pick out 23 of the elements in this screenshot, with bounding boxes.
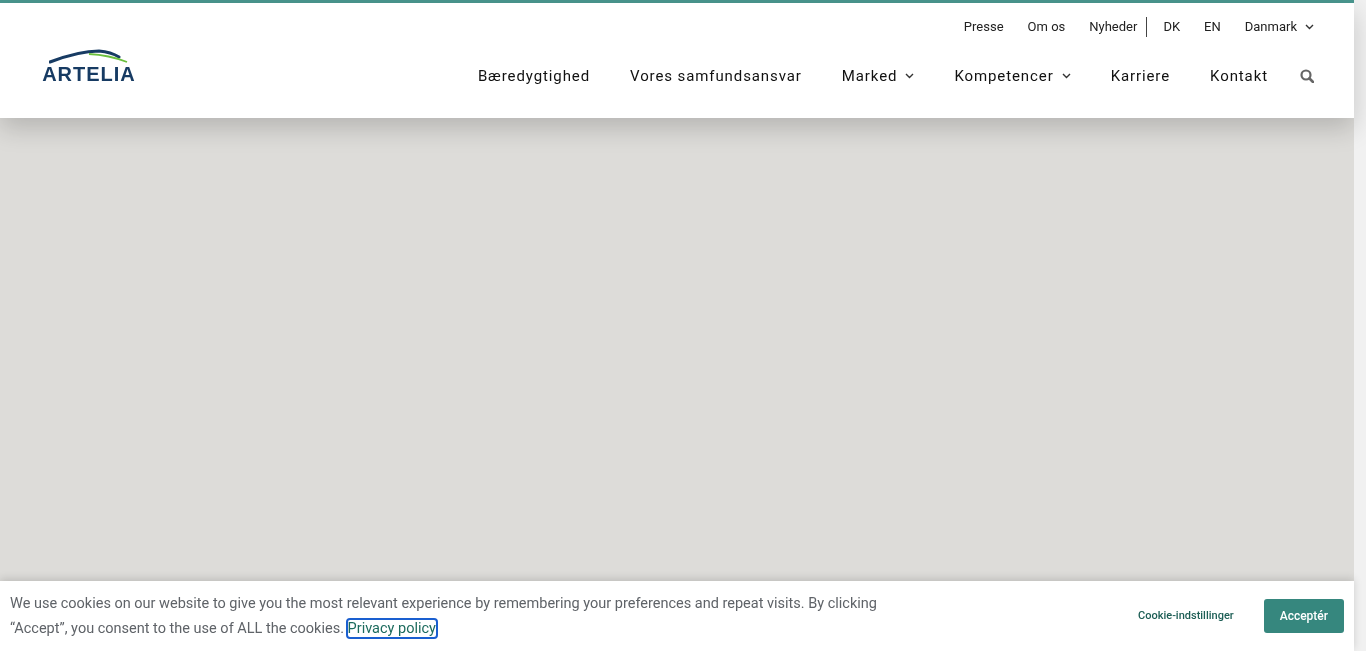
cookie-settings-button[interactable]: Cookie-indstillinger [1134, 599, 1238, 633]
nav-link[interactable]: Vores samfundsansvar [630, 65, 802, 88]
utility-link[interactable]: EN [1204, 17, 1221, 37]
country-dropdown[interactable]: Danmark [1244, 17, 1314, 37]
chevron-down-icon [1061, 73, 1071, 80]
nav-link[interactable]: Bæredygtighed [477, 65, 591, 88]
nav-link[interactable]: Karriere [1110, 65, 1171, 88]
artelia-logo[interactable]: ARTELIA [30, 49, 148, 89]
nav-link[interactable]: Marked [841, 65, 915, 88]
privacy-policy-link[interactable]: Privacy policy [347, 620, 436, 637]
nav-link[interactable]: Kompetencer [954, 65, 1071, 88]
utility-link[interactable]: Presse [963, 17, 1004, 37]
nav-link[interactable]: Kontakt [1210, 65, 1268, 88]
utility-link[interactable]: Nyheder [1089, 17, 1148, 37]
chevron-down-icon [1305, 24, 1314, 30]
logo-text: ARTELIA [42, 64, 136, 84]
chevron-down-icon [905, 73, 915, 80]
utility-link[interactable]: DK [1163, 17, 1181, 37]
accept-button[interactable]: Acceptér [1263, 599, 1344, 633]
cookie-notice-text: We use cookies on our website to give you the most relevant experience by remembering your preferences and repeat visits. By clicking “Accept”, you consent to the use of ALL the cookies. Privacy policy [10, 594, 878, 639]
utility-link[interactable]: Om os [1027, 17, 1066, 37]
search-icon[interactable] [1300, 69, 1314, 84]
arc-icon [49, 49, 129, 64]
